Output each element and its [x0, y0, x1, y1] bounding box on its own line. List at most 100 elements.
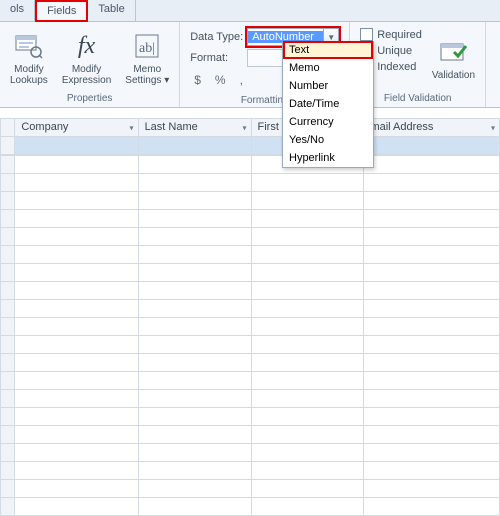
cell[interactable]	[251, 246, 364, 264]
row-selector[interactable]	[1, 444, 15, 462]
cell[interactable]	[364, 137, 500, 155]
table-row[interactable]	[1, 156, 500, 174]
dropdown-item-yesno[interactable]: Yes/No	[283, 131, 373, 149]
cell[interactable]	[364, 282, 500, 300]
tab-tools[interactable]: ols	[0, 0, 35, 21]
row-selector[interactable]	[1, 480, 15, 498]
cell[interactable]	[138, 408, 251, 426]
cell[interactable]	[364, 408, 500, 426]
row-selector[interactable]	[1, 246, 15, 264]
table-row[interactable]	[1, 246, 500, 264]
cell[interactable]	[138, 480, 251, 498]
cell[interactable]	[251, 408, 364, 426]
table-row[interactable]	[1, 192, 500, 210]
row-selector[interactable]	[1, 192, 15, 210]
cell[interactable]	[251, 462, 364, 480]
row-selector[interactable]	[1, 282, 15, 300]
cell[interactable]	[251, 264, 364, 282]
column-header[interactable]: mail Address▾	[364, 119, 500, 137]
cell[interactable]	[138, 462, 251, 480]
tab-table[interactable]: Table	[88, 0, 135, 21]
cell[interactable]	[15, 444, 138, 462]
cell[interactable]	[138, 156, 251, 174]
cell[interactable]	[364, 246, 500, 264]
cell[interactable]	[251, 498, 364, 516]
cell[interactable]	[251, 300, 364, 318]
modify-lookups-button[interactable]: ModifyLookups	[4, 28, 54, 88]
cell[interactable]	[138, 246, 251, 264]
cell[interactable]	[251, 336, 364, 354]
table-row[interactable]	[1, 137, 500, 155]
cell[interactable]	[138, 318, 251, 336]
cell[interactable]	[364, 192, 500, 210]
cell[interactable]	[15, 282, 138, 300]
cell[interactable]	[15, 426, 138, 444]
cell[interactable]	[138, 336, 251, 354]
cell[interactable]	[364, 444, 500, 462]
row-selector-header[interactable]	[1, 119, 15, 137]
cell[interactable]	[251, 372, 364, 390]
cell[interactable]	[251, 318, 364, 336]
row-selector[interactable]	[1, 372, 15, 390]
table-row[interactable]	[1, 318, 500, 336]
dropdown-item-memo[interactable]: Memo	[283, 59, 373, 77]
row-selector[interactable]	[1, 426, 15, 444]
cell[interactable]	[15, 174, 138, 192]
cell[interactable]	[251, 354, 364, 372]
table-row[interactable]	[1, 264, 500, 282]
cell[interactable]	[138, 444, 251, 462]
validation-button[interactable]: Validation	[428, 24, 481, 92]
cell[interactable]	[138, 174, 251, 192]
cell[interactable]	[15, 354, 138, 372]
comma-symbol-button[interactable]: ,	[236, 72, 247, 88]
cell[interactable]	[364, 174, 500, 192]
table-row[interactable]	[1, 498, 500, 516]
cell[interactable]	[138, 228, 251, 246]
column-header[interactable]: Company▾	[15, 119, 138, 137]
row-selector[interactable]	[1, 300, 15, 318]
modify-expression-button[interactable]: fx ModifyExpression	[56, 28, 117, 88]
cell[interactable]	[364, 156, 500, 174]
table-row[interactable]	[1, 228, 500, 246]
cell[interactable]	[138, 390, 251, 408]
cell[interactable]	[364, 264, 500, 282]
cell[interactable]	[15, 498, 138, 516]
table-row[interactable]	[1, 390, 500, 408]
row-selector[interactable]	[1, 156, 15, 174]
dropdown-item-hyperlink[interactable]: Hyperlink	[283, 149, 373, 167]
cell[interactable]	[364, 210, 500, 228]
table-row[interactable]	[1, 282, 500, 300]
cell[interactable]	[364, 318, 500, 336]
cell[interactable]	[364, 336, 500, 354]
row-selector[interactable]	[1, 174, 15, 192]
cell[interactable]	[15, 372, 138, 390]
cell[interactable]	[251, 228, 364, 246]
chevron-down-icon[interactable]: ▾	[130, 123, 134, 132]
row-selector[interactable]	[1, 390, 15, 408]
table-row[interactable]	[1, 480, 500, 498]
cell[interactable]	[138, 354, 251, 372]
table-row[interactable]	[1, 210, 500, 228]
cell[interactable]	[251, 426, 364, 444]
cell[interactable]	[251, 282, 364, 300]
cell[interactable]	[15, 390, 138, 408]
chevron-down-icon[interactable]: ▾	[491, 123, 495, 132]
cell[interactable]	[138, 426, 251, 444]
cell[interactable]	[15, 264, 138, 282]
dropdown-item-currency[interactable]: Currency	[283, 113, 373, 131]
cell[interactable]	[138, 372, 251, 390]
cell[interactable]	[15, 192, 138, 210]
tab-fields[interactable]: Fields	[35, 0, 88, 22]
cell[interactable]	[15, 246, 138, 264]
chevron-down-icon[interactable]: ▾	[242, 123, 246, 132]
cell[interactable]	[15, 462, 138, 480]
row-selector[interactable]	[1, 408, 15, 426]
cell[interactable]	[15, 480, 138, 498]
percent-symbol-button[interactable]: %	[211, 72, 230, 88]
cell[interactable]	[15, 210, 138, 228]
cell[interactable]	[138, 210, 251, 228]
table-row[interactable]	[1, 444, 500, 462]
row-selector[interactable]	[1, 354, 15, 372]
cell[interactable]	[138, 498, 251, 516]
table-row[interactable]	[1, 174, 500, 192]
